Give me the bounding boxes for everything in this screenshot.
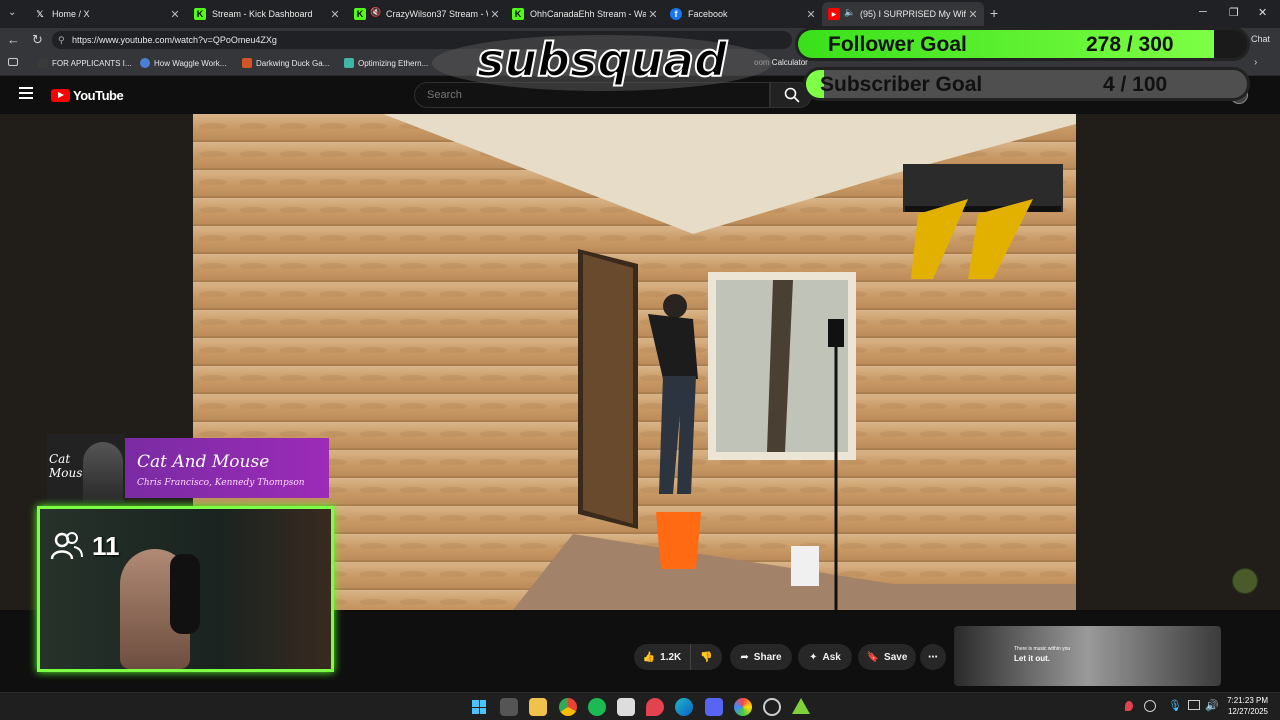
- close-tab-icon[interactable]: ✕: [488, 8, 502, 21]
- tray-location-icon[interactable]: [1125, 701, 1133, 711]
- close-window-icon[interactable]: ✕: [1258, 6, 1267, 19]
- bookmark-favicon-icon: [242, 58, 252, 68]
- map-pin-icon[interactable]: [646, 698, 664, 716]
- task-view-icon[interactable]: [500, 698, 518, 716]
- app-icon[interactable]: [617, 698, 635, 716]
- tab-crazywilson-stream[interactable]: K 🔇 CrazyWilson37 Stream - Watc ✕: [348, 2, 506, 26]
- color-app-icon[interactable]: [734, 698, 752, 716]
- back-arrow-icon[interactable]: ←: [7, 32, 20, 47]
- youtube-icon: ▶: [828, 8, 840, 20]
- clock-date: 12/27/2025: [1227, 707, 1268, 716]
- windows-taskbar: 🎙 🔊 7:21:23 PM 12/27/2025: [0, 692, 1280, 720]
- close-tab-icon[interactable]: ✕: [168, 8, 182, 21]
- bookmark-favicon-icon: [38, 58, 48, 68]
- share-arrow-icon: ➦: [740, 651, 749, 663]
- search-icon: [784, 87, 800, 103]
- bookmark-favicon-icon: [140, 58, 150, 68]
- close-tab-icon[interactable]: ✕: [328, 8, 342, 21]
- hamburger-menu-icon[interactable]: [19, 87, 33, 99]
- viewers-people-icon: [50, 532, 83, 560]
- speaker-icon[interactable]: 🔈: [844, 7, 855, 18]
- follower-goal-label: Follower Goal: [828, 33, 967, 56]
- follower-goal-count: 278 / 300: [1086, 33, 1174, 56]
- site-info-icon[interactable]: ⚲: [58, 31, 65, 49]
- share-button[interactable]: ➦ Share: [730, 644, 792, 670]
- tab-kick-dashboard[interactable]: K Stream - Kick Dashboard ✕: [188, 2, 346, 26]
- volume-icon[interactable]: 🔊: [1205, 699, 1219, 712]
- save-button[interactable]: 🔖 Save: [858, 644, 916, 670]
- kick-icon: K: [194, 8, 206, 20]
- clock-time: 7:21:23 PM: [1227, 696, 1268, 705]
- album-cover-art: Cat Mouse: [47, 434, 125, 504]
- thumbnail-image: [954, 626, 1221, 686]
- bookmark-favicon-icon: [344, 58, 354, 68]
- tab-x[interactable]: 𝕏 Home / X ✕: [28, 2, 186, 26]
- viewer-count: 11: [92, 531, 120, 561]
- subsquad-brand-text: subsquad: [477, 33, 728, 87]
- recommended-video-thumbnail[interactable]: There is music within you Let it out.: [954, 626, 1221, 686]
- speedometer-icon[interactable]: [763, 698, 781, 716]
- facebook-icon: f: [670, 8, 682, 20]
- chat-button[interactable]: Chat: [1251, 34, 1270, 44]
- reload-icon[interactable]: ↻: [32, 32, 43, 48]
- track-title: Cat And Mouse: [137, 452, 270, 472]
- tab-search-chevron-icon[interactable]: ⌄: [8, 7, 16, 18]
- green-triangle-app-icon[interactable]: [792, 698, 810, 714]
- tray-app-icon[interactable]: [1144, 700, 1156, 712]
- headphones-image: [170, 554, 200, 634]
- windows-start-icon[interactable]: [470, 698, 488, 716]
- more-bookmarks-chevron-icon[interactable]: ›: [1254, 57, 1257, 68]
- channel-emblem-icon: [1232, 568, 1258, 594]
- kick-icon: K: [354, 8, 366, 20]
- thumbs-up-icon: 👍: [642, 651, 656, 663]
- bookmark-item[interactable]: How Waggle Work...: [140, 58, 226, 68]
- kick-icon: K: [512, 8, 524, 20]
- edge-icon[interactable]: [675, 698, 693, 716]
- subscriber-goal-label: Subscriber Goal: [820, 73, 983, 96]
- spotify-icon[interactable]: [588, 698, 606, 716]
- youtube-play-icon: [51, 89, 70, 102]
- subscriber-goal-bar: Subscriber Goal 4 / 100: [803, 67, 1250, 101]
- sparkle-icon: ✦: [809, 651, 818, 663]
- follower-goal-bar: Follower Goal 278 / 300: [795, 27, 1250, 61]
- now-playing-card: Cat Mouse Cat And Mouse Chris Francisco,…: [47, 434, 329, 504]
- tab-youtube-video[interactable]: ▶ 🔈 (95) I SURPRISED My Wife wit ✕: [822, 2, 984, 26]
- close-tab-icon[interactable]: ✕: [646, 8, 660, 21]
- more-dots-icon: ⋯: [928, 651, 938, 663]
- chrome-icon[interactable]: [559, 698, 577, 716]
- new-tab-plus-icon[interactable]: +: [990, 5, 998, 21]
- x-icon: 𝕏: [36, 8, 44, 19]
- close-tab-icon[interactable]: ✕: [966, 8, 980, 21]
- system-clock[interactable]: 7:21:23 PM 12/27/2025: [1227, 695, 1268, 717]
- restore-window-icon[interactable]: ❐: [1229, 6, 1239, 19]
- bookmark-manager-icon[interactable]: [8, 58, 18, 66]
- ask-button[interactable]: ✦ Ask: [798, 644, 852, 670]
- track-info: Cat And Mouse Chris Francisco, Kennedy T…: [125, 438, 329, 498]
- subsquad-logo: subsquad: [430, 32, 775, 94]
- subscriber-goal-count: 4 / 100: [1103, 73, 1168, 96]
- muted-speaker-icon[interactable]: 🔇: [370, 7, 381, 18]
- tab-ohhcanadaehh-stream[interactable]: K OhhCanadaEhh Stream - Wat ✕: [506, 2, 664, 26]
- file-explorer-icon[interactable]: [529, 698, 547, 716]
- microphone-icon[interactable]: 🎙: [1168, 699, 1182, 712]
- tab-facebook[interactable]: f Facebook ✕: [664, 2, 822, 26]
- browser-tab-strip: ⌄ 𝕏 Home / X ✕ K Stream - Kick Dashboard…: [0, 0, 1280, 28]
- youtube-logo[interactable]: YouTube: [51, 88, 124, 103]
- bookmark-icon: 🔖: [866, 651, 880, 663]
- bookmark-item[interactable]: Optimizing Ethern...: [344, 58, 428, 68]
- minimize-window-icon[interactable]: ─: [1199, 6, 1207, 18]
- close-tab-icon[interactable]: ✕: [804, 8, 818, 21]
- track-artist: Chris Francisco, Kennedy Thompson: [137, 478, 305, 488]
- bookmark-item[interactable]: Darkwing Duck Ga...: [242, 58, 329, 68]
- display-icon[interactable]: [1188, 700, 1200, 710]
- dislike-button[interactable]: 👎: [690, 644, 722, 670]
- more-actions-button[interactable]: ⋯: [920, 644, 946, 670]
- thumbs-down-icon: 👎: [700, 651, 713, 663]
- bookmark-item[interactable]: FOR APPLICANTS I...: [38, 58, 132, 68]
- discord-icon[interactable]: [705, 698, 723, 716]
- album-cover-people-image: [83, 442, 123, 502]
- like-button[interactable]: 👍 1.2K: [634, 644, 690, 670]
